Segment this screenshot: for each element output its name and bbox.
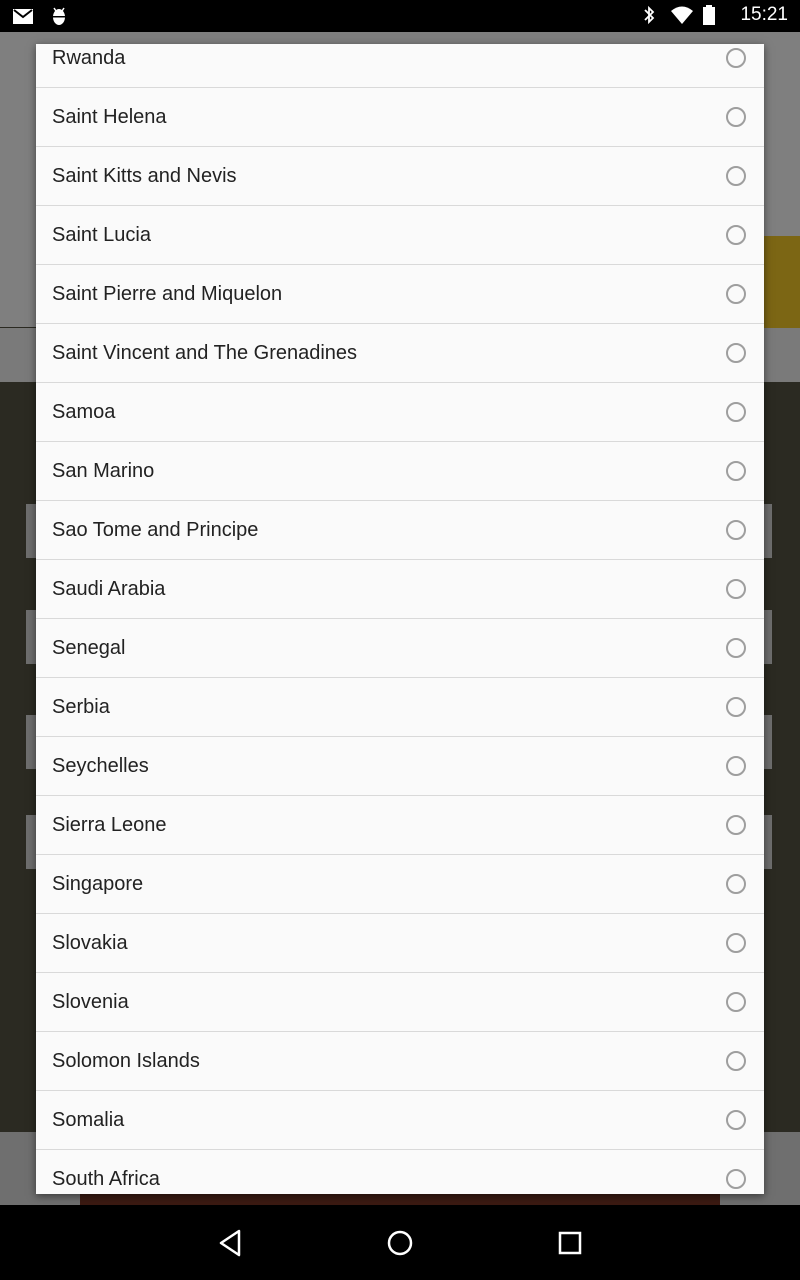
gmail-icon <box>12 5 34 27</box>
list-item[interactable]: Serbia <box>36 678 764 737</box>
radio-button[interactable] <box>726 874 746 894</box>
radio-button[interactable] <box>726 343 746 363</box>
back-icon[interactable] <box>213 1225 249 1261</box>
screen: 15:21 Rwanda Saint Helena Saint Kitts and … <box>0 0 800 1280</box>
radio-button[interactable] <box>726 579 746 599</box>
radio-button[interactable] <box>726 815 746 835</box>
radio-button[interactable] <box>726 1169 746 1189</box>
list-item[interactable]: Solomon Islands <box>36 1032 764 1091</box>
background-accent-block <box>760 236 800 328</box>
list-item-label: Solomon Islands <box>52 1049 200 1072</box>
list-item-label: Saint Pierre and Miquelon <box>52 282 283 305</box>
radio-button[interactable] <box>726 520 746 540</box>
radio-button[interactable] <box>726 48 746 68</box>
list-item[interactable]: San Marino <box>36 442 764 501</box>
radio-button[interactable] <box>726 166 746 186</box>
list-item-label: Saint Kitts and Nevis <box>52 164 237 187</box>
radio-button[interactable] <box>726 1110 746 1130</box>
recents-icon[interactable] <box>552 1225 588 1261</box>
list-item-label: Sao Tome and Principe <box>52 518 259 541</box>
status-bar-right: 15:21 <box>638 4 788 26</box>
list-item[interactable]: Seychelles <box>36 737 764 796</box>
radio-button[interactable] <box>726 697 746 717</box>
list-item[interactable]: Saint Lucia <box>36 206 764 265</box>
list-item[interactable]: Singapore <box>36 855 764 914</box>
list-item[interactable]: Sierra Leone <box>36 796 764 855</box>
list-item-label: Somalia <box>52 1108 125 1131</box>
clock: 15:21 <box>740 4 788 25</box>
list-item[interactable]: South Africa <box>36 1150 764 1194</box>
list-item[interactable]: Samoa <box>36 383 764 442</box>
home-icon[interactable] <box>382 1225 418 1261</box>
list-item[interactable]: Saint Helena <box>36 88 764 147</box>
radio-button[interactable] <box>726 756 746 776</box>
list-item-label: Slovenia <box>52 990 129 1013</box>
list-item[interactable]: Rwanda <box>36 44 764 88</box>
android-debug-icon <box>48 5 70 27</box>
radio-button[interactable] <box>726 107 746 127</box>
list-item[interactable]: Slovakia <box>36 914 764 973</box>
list-item[interactable]: Slovenia <box>36 973 764 1032</box>
battery-icon <box>702 4 724 26</box>
list-item-label: South Africa <box>52 1167 160 1190</box>
list-item-label: Rwanda <box>52 46 126 69</box>
list-item[interactable]: Sao Tome and Principe <box>36 501 764 560</box>
bluetooth-icon <box>638 4 660 26</box>
list-item-label: Saudi Arabia <box>52 577 166 600</box>
status-bar: 15:21 <box>0 0 800 32</box>
radio-button[interactable] <box>726 225 746 245</box>
radio-button[interactable] <box>726 402 746 422</box>
list-item[interactable]: Senegal <box>36 619 764 678</box>
radio-button[interactable] <box>726 284 746 304</box>
list-item-label: Saint Vincent and The Grenadines <box>52 341 358 364</box>
status-bar-left <box>12 5 70 27</box>
radio-button[interactable] <box>726 1051 746 1071</box>
list-item[interactable]: Saint Vincent and The Grenadines <box>36 324 764 383</box>
list-item-label: San Marino <box>52 459 155 482</box>
list-item[interactable]: Saudi Arabia <box>36 560 764 619</box>
radio-button[interactable] <box>726 638 746 658</box>
country-picker-dialog: Rwanda Saint Helena Saint Kitts and Nevis S… <box>36 44 764 1194</box>
list-item-label: Sierra Leone <box>52 813 167 836</box>
list-item-label: Slovakia <box>52 931 128 954</box>
list-item-label: Seychelles <box>52 754 149 777</box>
list-item-label: Saint Helena <box>52 105 167 128</box>
radio-button[interactable] <box>726 461 746 481</box>
list-item[interactable]: Saint Pierre and Miquelon <box>36 265 764 324</box>
list-item-label: Samoa <box>52 400 116 423</box>
radio-button[interactable] <box>726 933 746 953</box>
wifi-icon <box>670 4 694 26</box>
list-item-label: Senegal <box>52 636 126 659</box>
list-item-label: Serbia <box>52 695 110 718</box>
list-item-label: Saint Lucia <box>52 223 151 246</box>
list-item[interactable]: Saint Kitts and Nevis <box>36 147 764 206</box>
radio-button[interactable] <box>726 992 746 1012</box>
list-item[interactable]: Somalia <box>36 1091 764 1150</box>
list-item-label: Singapore <box>52 872 144 895</box>
country-list[interactable]: Rwanda Saint Helena Saint Kitts and Nevis S… <box>36 44 764 1194</box>
navigation-bar <box>0 1205 800 1280</box>
